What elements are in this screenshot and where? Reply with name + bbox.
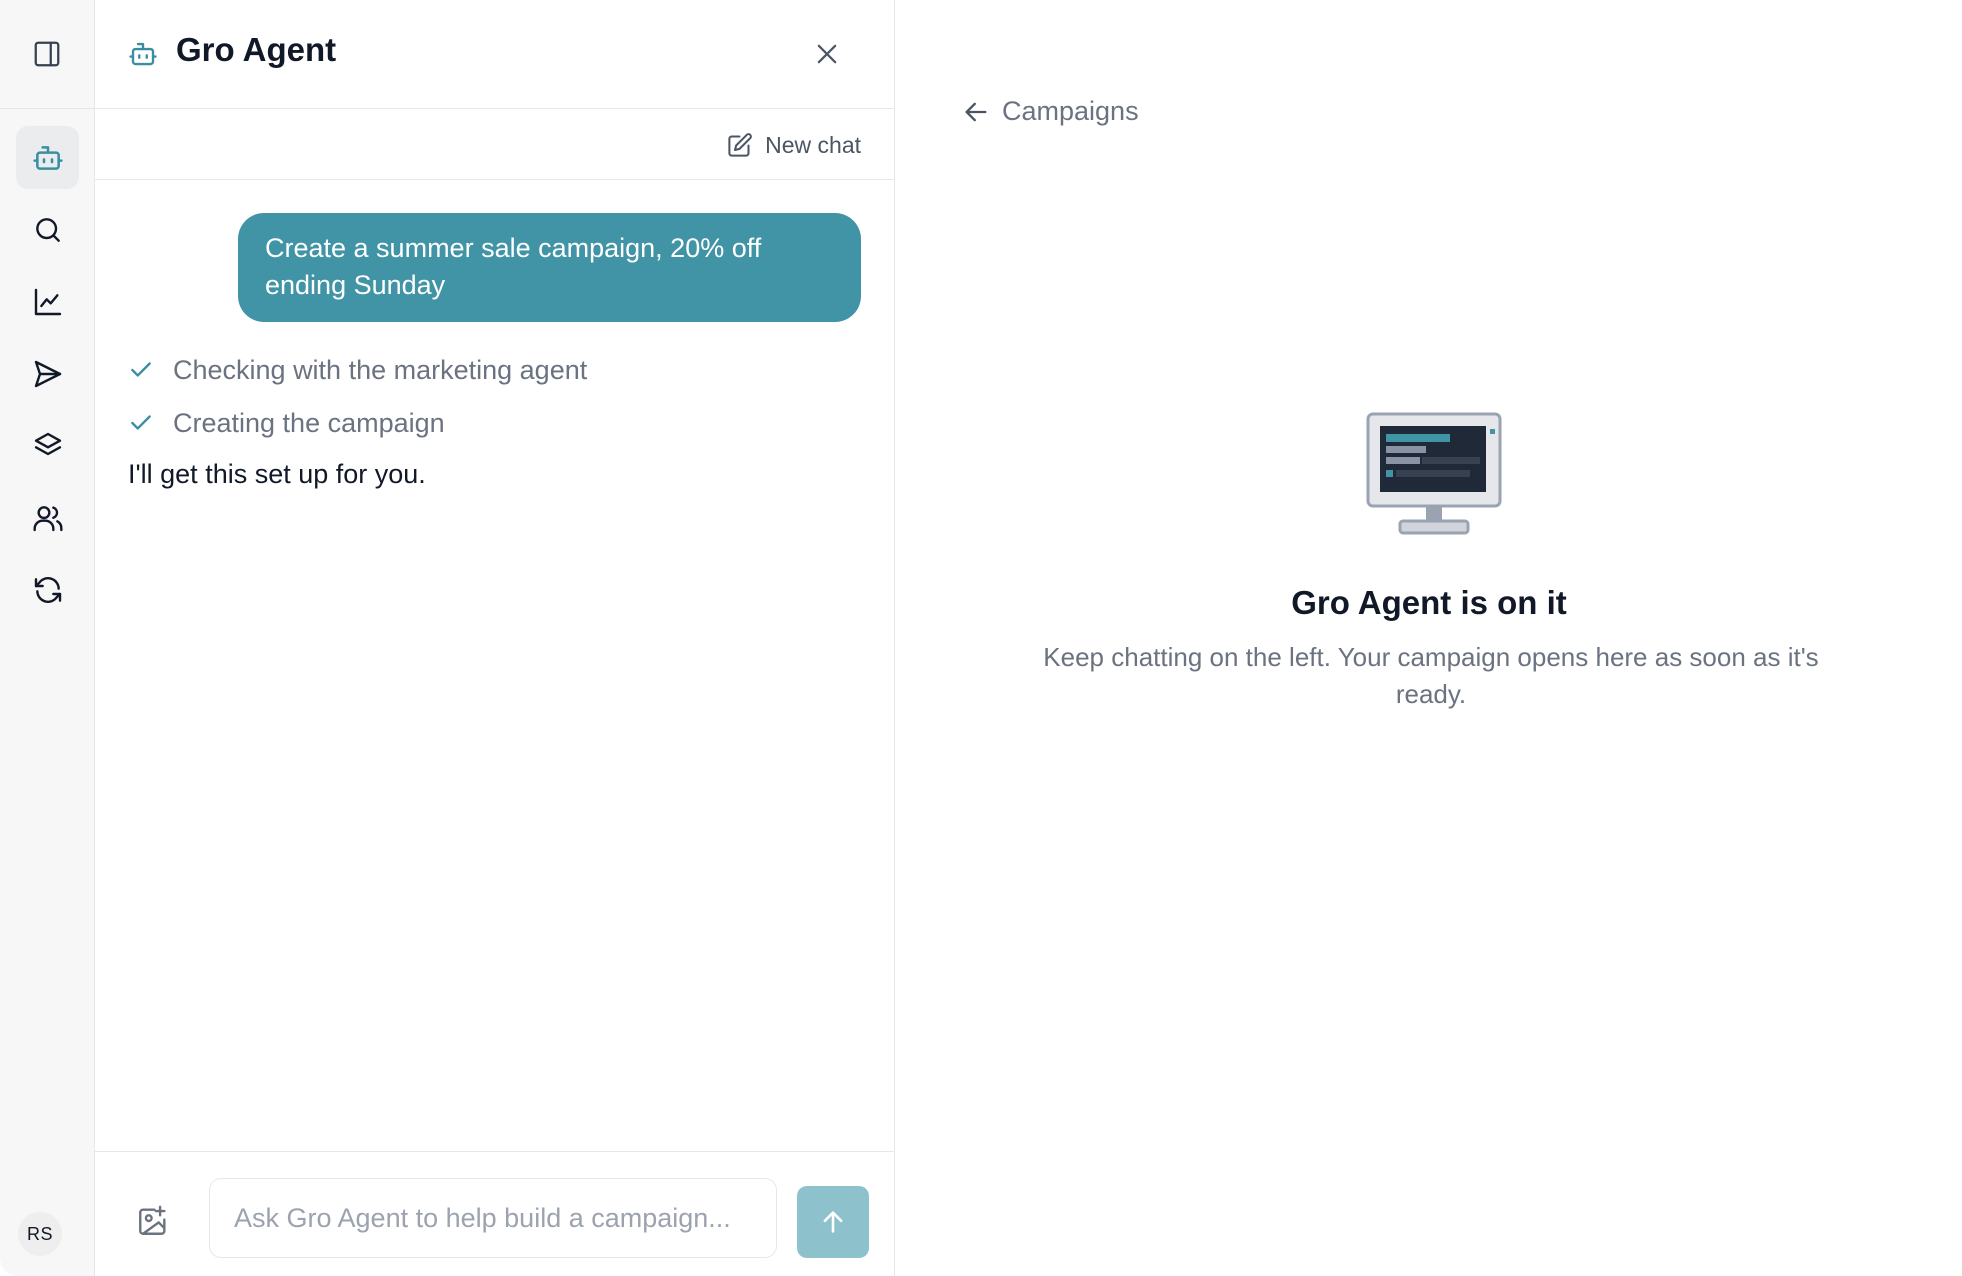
chat-panel: Gro Agent New chat Create a summer sale …	[95, 0, 895, 1276]
chat-title: Gro Agent	[176, 31, 337, 68]
chat-header: Gro Agent	[95, 0, 894, 109]
bot-icon	[32, 145, 63, 170]
chat-input[interactable]	[209, 1178, 777, 1258]
status-step-label: Checking with the marketing agent	[173, 354, 588, 385]
user-message: Create a summer sale campaign, 20% off e…	[238, 213, 861, 322]
sidebar-item-analytics[interactable]	[16, 270, 79, 333]
avatar[interactable]: RS	[18, 1212, 62, 1256]
sidebar-rail: RS	[0, 0, 95, 1276]
check-icon	[131, 415, 151, 430]
status-step: Checking with the marketing agent	[128, 352, 587, 388]
arrow-left-icon	[965, 102, 987, 121]
new-chat-label: New chat	[765, 131, 861, 158]
back-label: Campaigns	[1002, 96, 1139, 126]
sidebar-item-send[interactable]	[16, 342, 79, 405]
panel-toggle-button[interactable]	[0, 0, 94, 109]
sidebar-item-search[interactable]	[16, 198, 79, 261]
search-icon	[35, 217, 60, 242]
layers-icon	[34, 432, 61, 455]
main-pane: Campaigns Gro Agent is on it Keep chatti…	[896, 0, 1962, 1276]
check-icon	[131, 362, 151, 377]
chat-toolbar: New chat	[95, 110, 894, 180]
sidebar-item-agent[interactable]	[16, 126, 79, 189]
sidebar-item-users[interactable]	[16, 486, 79, 549]
chat-composer	[95, 1151, 894, 1276]
status-step-label: Creating the campaign	[173, 407, 445, 438]
bot-icon	[129, 42, 157, 66]
empty-state-description: Keep chatting on the left. Your campaign…	[1043, 642, 1819, 709]
arrow-up-icon	[823, 1211, 843, 1233]
send-icon	[34, 360, 61, 387]
sidebar-item-layers[interactable]	[16, 414, 79, 477]
users-icon	[32, 505, 63, 531]
assistant-message: I'll get this set up for you.	[128, 459, 426, 489]
app: RS Gro Agent New chat Create a summer sa…	[0, 0, 1962, 1276]
close-chat-button[interactable]	[809, 36, 845, 72]
back-to-campaigns-link[interactable]: Campaigns	[962, 96, 1139, 127]
monitor-illustration-icon	[1366, 412, 1502, 535]
empty-state-title: Gro Agent is on it	[1291, 584, 1567, 621]
chart-line-icon	[34, 288, 61, 315]
send-button[interactable]	[797, 1186, 869, 1258]
edit-icon	[728, 132, 752, 157]
refresh-icon	[34, 576, 61, 603]
add-image-icon[interactable]	[136, 1204, 170, 1238]
close-icon	[817, 44, 837, 64]
panel-toggle-icon	[34, 41, 60, 67]
status-step: Creating the campaign	[128, 405, 445, 441]
sidebar-item-sync[interactable]	[16, 558, 79, 621]
new-chat-button[interactable]: New chat	[726, 129, 861, 161]
